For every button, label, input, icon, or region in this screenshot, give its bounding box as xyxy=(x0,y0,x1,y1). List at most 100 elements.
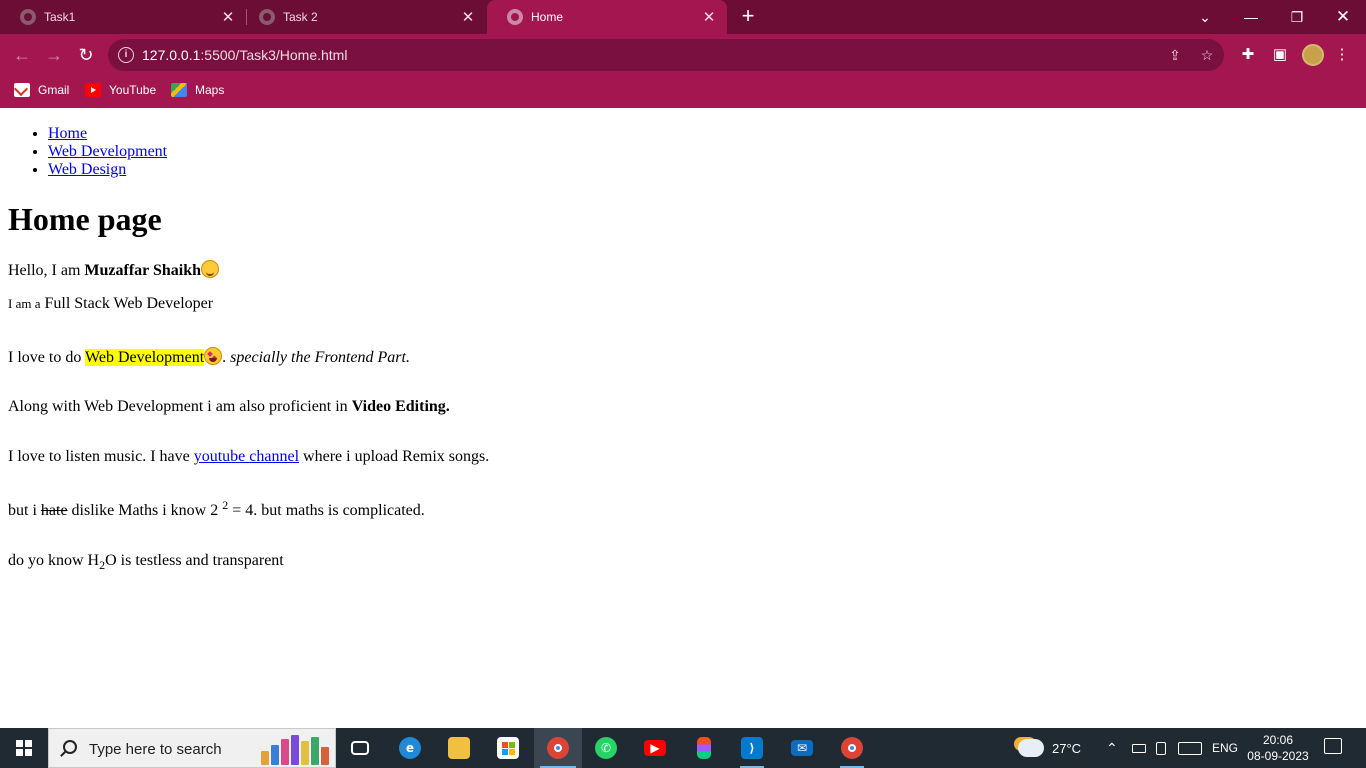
taskbar-figma[interactable] xyxy=(688,732,720,764)
star-struck-emoji-icon xyxy=(204,347,223,365)
tab-home[interactable]: Home ✕ xyxy=(487,0,727,34)
bookmark-star-icon[interactable]: ☆ xyxy=(1198,46,1216,64)
taskbar-vscode[interactable]: ⟩ xyxy=(736,732,768,768)
network-icon[interactable] xyxy=(1156,728,1166,768)
taskbar-search[interactable]: Type here to search xyxy=(48,728,336,768)
video-bold-text: Video Editing. xyxy=(351,398,450,415)
maps-icon xyxy=(171,83,187,97)
author-name: Muzaffar Shaikh xyxy=(84,262,202,279)
close-icon[interactable]: ✕ xyxy=(699,8,719,26)
menu-kebab-icon[interactable]: ⋮ xyxy=(1332,45,1352,65)
search-highlight-icon xyxy=(261,733,335,765)
bookmark-label: Gmail xyxy=(38,83,70,97)
role-small-text: I am a xyxy=(8,296,41,311)
store-icon xyxy=(497,737,519,759)
page-title: Home page xyxy=(8,201,162,237)
tab-task2[interactable]: Task 2 ✕ xyxy=(239,0,486,34)
role-paragraph: I am a Full Stack Web Developer xyxy=(8,294,213,314)
youtube-channel-link[interactable]: youtube channel xyxy=(194,448,299,465)
close-window-button[interactable]: ✕ xyxy=(1320,0,1366,34)
bookmark-youtube[interactable]: YouTube xyxy=(85,83,156,97)
show-hidden-icons-button[interactable]: ⌃ xyxy=(1106,728,1118,768)
tab-task1[interactable]: Task1 ✕ xyxy=(0,0,246,34)
url-text[interactable]: 127.0.0.1:5500/Task3/Home.html xyxy=(142,47,347,63)
notification-icon[interactable] xyxy=(1324,738,1342,754)
battery-shape xyxy=(1132,743,1146,753)
nav-item: Web Design xyxy=(48,161,167,179)
globe-icon xyxy=(20,9,36,25)
language-label: ENG xyxy=(1212,741,1239,755)
video-text: Along with Web Development i am also pro… xyxy=(8,398,352,415)
network-shape xyxy=(1156,741,1166,755)
share-icon[interactable]: ⇪ xyxy=(1166,46,1184,64)
highlighted-text: Web Development xyxy=(85,349,205,366)
maths-paragraph: but i hate dislike Maths i know 2 2 = 4.… xyxy=(8,499,425,521)
water-suffix: O is testless and transparent xyxy=(105,552,284,569)
restore-button[interactable]: ❐ xyxy=(1274,0,1320,34)
love-text: I love to do xyxy=(8,349,86,366)
maths-suffix: = 4. but maths is complicated. xyxy=(228,502,425,519)
taskbar-chrome-active[interactable] xyxy=(534,728,582,768)
edge-icon: e xyxy=(399,737,421,759)
taskbar-store[interactable] xyxy=(492,732,524,764)
whatsapp-icon: ✆ xyxy=(595,737,617,759)
address-bar[interactable]: i 127.0.0.1:5500/Task3/Home.html ⇪ ☆ xyxy=(108,39,1224,71)
new-tab-button[interactable]: + xyxy=(736,4,760,28)
forward-button[interactable]: → xyxy=(42,43,66,67)
figma-icon xyxy=(697,737,711,759)
cloud-sun-icon xyxy=(1018,739,1044,757)
side-panel-icon[interactable]: ▣ xyxy=(1270,45,1290,65)
nav-link-web-design[interactable]: Web Design xyxy=(48,161,126,178)
extensions-icon[interactable]: ✚ xyxy=(1238,45,1258,65)
tab-title: Task1 xyxy=(44,10,76,24)
taskbar-chrome-profile[interactable] xyxy=(836,732,868,768)
music-text: I love to listen music. I have xyxy=(8,448,194,465)
battery-icon[interactable] xyxy=(1132,728,1146,768)
tab-search-chevron-icon[interactable]: ⌄ xyxy=(1182,0,1228,34)
task-view-button[interactable] xyxy=(344,732,376,764)
taskbar-whatsapp[interactable]: ✆ xyxy=(590,732,622,764)
taskbar-edge[interactable]: e xyxy=(394,732,426,764)
globe-icon xyxy=(507,9,523,25)
close-icon[interactable]: ✕ xyxy=(458,8,478,26)
gmail-icon xyxy=(14,83,30,97)
search-placeholder: Type here to search xyxy=(89,741,222,758)
bookmark-label: Maps xyxy=(195,83,225,97)
start-button[interactable] xyxy=(0,728,48,768)
love-paragraph: I love to do Web Development. specially … xyxy=(8,347,410,368)
taskbar-file-explorer[interactable] xyxy=(443,732,475,764)
music-paragraph: I love to listen music. I have youtube c… xyxy=(8,447,489,467)
italic-text: specially the Frontend Part. xyxy=(230,349,410,366)
chrome-icon xyxy=(841,737,863,759)
keyboard-icon[interactable] xyxy=(1178,728,1202,768)
taskbar: Type here to search e ✆ ▶ ⟩ ✉ 27°C ⌃ ENG… xyxy=(0,728,1366,768)
bookmarks-bar: Gmail YouTube Maps xyxy=(0,76,1366,108)
system-clock[interactable]: 20:06 08-09-2023 xyxy=(1240,732,1316,764)
info-icon[interactable]: i xyxy=(118,47,134,63)
reload-button[interactable]: ↻ xyxy=(74,43,98,67)
back-button[interactable]: ← xyxy=(10,43,34,67)
taskbar-mail[interactable]: ✉ xyxy=(786,732,818,764)
bookmark-maps[interactable]: Maps xyxy=(171,83,224,97)
bookmark-label: YouTube xyxy=(109,83,157,97)
bookmark-gmail[interactable]: Gmail xyxy=(14,83,69,97)
weather-widget[interactable]: 27°C xyxy=(1018,728,1081,768)
nav-link-home[interactable]: Home xyxy=(48,125,87,142)
intro-paragraph: Hello, I am Muzaffar Shaikh xyxy=(8,260,220,281)
chevron-up-icon: ⌃ xyxy=(1106,739,1118,756)
taskbar-youtube[interactable]: ▶ xyxy=(639,732,671,764)
windows-logo-icon xyxy=(16,740,32,756)
struck-text: hate xyxy=(40,502,68,519)
folder-icon xyxy=(448,737,470,759)
music-suffix: where i upload Remix songs. xyxy=(299,448,490,465)
language-indicator[interactable]: ENG xyxy=(1212,728,1238,768)
nav-link-web-development[interactable]: Web Development xyxy=(48,143,167,160)
minimize-button[interactable]: — xyxy=(1228,0,1274,34)
close-icon[interactable]: ✕ xyxy=(218,8,238,26)
mail-icon: ✉ xyxy=(791,740,813,756)
avatar[interactable] xyxy=(1302,44,1324,66)
maths-middle-text: dislike Maths i know 2 xyxy=(67,502,223,519)
weather-temp: 27°C xyxy=(1052,740,1082,756)
love-suffix: . xyxy=(222,349,231,366)
tab-strip: Task1 ✕ Task 2 ✕ Home ✕ + ⌄ — ❐ ✕ xyxy=(0,0,1366,34)
